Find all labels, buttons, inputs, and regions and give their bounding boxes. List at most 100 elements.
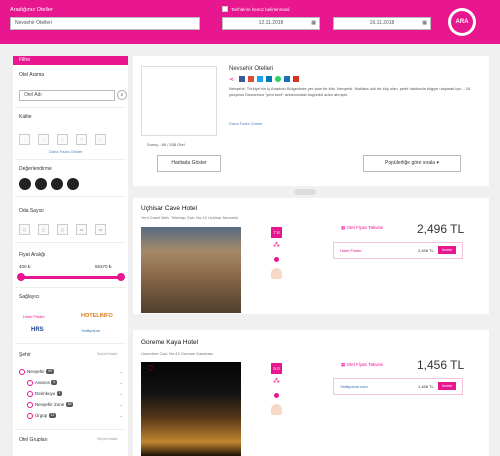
price-slider-max-handle[interactable] xyxy=(117,273,125,281)
amenity-dot xyxy=(274,393,279,398)
hotel-photo[interactable] xyxy=(141,362,241,456)
star-1-filter[interactable]: · xyxy=(19,134,30,145)
destination-image xyxy=(141,66,217,136)
provider-offer[interactable]: Yatiliyolum.com 1,456 TL İncele xyxy=(333,378,463,395)
no-dates-checkbox[interactable] xyxy=(222,6,228,12)
search-button[interactable]: ARA xyxy=(448,8,476,36)
star-3-filter[interactable]: ⁖ xyxy=(57,134,68,145)
rating-filter-4[interactable] xyxy=(67,178,79,190)
city-clear-link[interactable]: Seçimi Kaldır xyxy=(97,352,118,356)
city-item-nevsehir[interactable]: Nevşehir 99 ⌄ xyxy=(19,367,123,376)
room-filter-4[interactable]: ▭ xyxy=(76,224,87,235)
room-filter-5[interactable]: ▭ xyxy=(95,224,106,235)
provider-name: Yatiliyolum.com xyxy=(340,384,368,389)
chevron-down-icon[interactable]: ⌄ xyxy=(119,400,123,409)
hotel-search-label: Otel Arama xyxy=(19,72,45,78)
hotel-address: Yeni Camii Mah. Tekirtaşı Sok. No:10 Uçh… xyxy=(141,215,239,220)
scroll-handle[interactable] xyxy=(294,189,316,195)
bookmark-icon[interactable] xyxy=(293,76,299,82)
amenity-icon: ⁂ xyxy=(273,378,280,385)
search-icon[interactable]: ⌕ xyxy=(117,90,127,100)
chevron-down-icon[interactable]: ⌄ xyxy=(119,378,123,387)
hotel-name[interactable]: Uçhisar Cave Hotel xyxy=(141,205,197,212)
price-calendar-link[interactable]: ▦ Otel Fiyatı Takvimi xyxy=(341,362,383,368)
provider-offer[interactable]: Hotel Finder 2,496 TL İncele xyxy=(333,242,463,259)
star-2-filter[interactable]: ·· xyxy=(38,134,49,145)
city-radio[interactable] xyxy=(27,401,33,408)
whatsapp-icon[interactable] xyxy=(275,76,281,82)
city-item-derinkuyu[interactable]: Derinkuyu 1 ⌄ xyxy=(19,389,123,398)
hotel-rating-badge: 7.8 xyxy=(271,227,282,238)
destination-input[interactable]: Nevsehir Otelleri xyxy=(10,17,200,30)
hotel-name-input[interactable]: Otel Adı xyxy=(19,90,115,101)
city-item-avanos[interactable]: Avanos 4 ⌄ xyxy=(19,378,123,387)
price-slider-min-handle[interactable] xyxy=(17,273,25,281)
googleplus-icon[interactable] xyxy=(248,76,254,82)
hotel-name[interactable]: Goreme Kaya Hotel xyxy=(141,339,198,346)
price-calendar-link[interactable]: ▦ Otel Fiyatı Takvimi xyxy=(341,225,383,231)
staff-icon xyxy=(271,268,282,279)
star-5-filter[interactable]: ⁙ xyxy=(95,134,106,145)
checkin-date-input[interactable]: 12.11.2018 ▦ xyxy=(222,17,320,30)
provider-name: Hotel Finder xyxy=(340,248,362,253)
divider xyxy=(15,242,126,243)
city-radio[interactable] xyxy=(27,390,33,397)
destination-info-card: Nevsehir Otelleri ⋖ Nevşehir, Türkiye'ni… xyxy=(133,56,489,186)
rating-filter-1[interactable] xyxy=(19,178,31,190)
facebook-icon[interactable] xyxy=(239,76,245,82)
ratings-label: Değerlendirme xyxy=(19,166,52,172)
quality-more-link[interactable]: Daha Fazla Göster xyxy=(49,149,83,154)
linkedin-icon[interactable] xyxy=(266,76,272,82)
share-icon[interactable]: ⋖ xyxy=(229,76,234,83)
hotel-groups-clear-link[interactable]: Seçimi Kaldır xyxy=(97,437,118,441)
room-filter-2[interactable]: ▯ xyxy=(38,224,49,235)
favorite-heart-icon[interactable]: ♡ xyxy=(147,364,154,373)
hotel-card[interactable]: Uçhisar Cave Hotel Yeni Camii Mah. Tekir… xyxy=(133,198,489,314)
amenity-icon: ⁂ xyxy=(273,242,280,249)
chevron-down-icon[interactable]: ⌄ xyxy=(119,389,123,398)
city-radio[interactable] xyxy=(19,368,25,375)
view-offer-button[interactable]: İncele xyxy=(438,382,456,390)
rooms-label: Oda Sayısı xyxy=(19,208,44,214)
view-offer-button[interactable]: İncele xyxy=(438,246,456,254)
city-radio[interactable] xyxy=(27,379,33,386)
twitter-icon[interactable] xyxy=(257,76,263,82)
description-more-link[interactable]: Daha Fazla Göster xyxy=(229,121,263,126)
search-bar: Aradığınız Oteller Nevsehir Otelleri Tar… xyxy=(0,0,500,44)
chevron-down-icon: ▾ xyxy=(436,160,439,166)
city-radio[interactable] xyxy=(27,412,33,419)
sort-select[interactable]: Popülerliğe göre sırala ▾ xyxy=(363,155,461,172)
divider xyxy=(15,196,126,197)
destination-label: Aradığınız Oteller xyxy=(10,7,53,13)
calendar-icon: ▦ xyxy=(422,20,427,26)
divider xyxy=(15,107,126,108)
provider-yatiliyolum[interactable]: Yatiliyolum xyxy=(81,328,100,333)
room-filter-3[interactable]: ▯ xyxy=(57,224,68,235)
provider-hrs[interactable]: HRS xyxy=(31,327,44,333)
filter-panel: Filtre Otel Arama Otel Adı ⌕ Kalite · ··… xyxy=(13,56,128,456)
chevron-down-icon[interactable]: ⌄ xyxy=(119,411,123,420)
show-on-map-button[interactable]: Haritada Göster xyxy=(157,155,221,172)
price-max-value: 56370 ₺ xyxy=(95,264,112,269)
share-bar: ⋖ xyxy=(229,76,329,83)
city-item-nevsehir-zone[interactable]: Nevşehir Zone 38 ⌄ xyxy=(19,400,123,409)
provider-price: 2,496 TL xyxy=(418,248,434,253)
provider-hotelinfo[interactable]: HOTELINFO xyxy=(81,313,113,319)
quality-label: Kalite xyxy=(19,114,32,120)
hotel-card[interactable]: Goreme Kaya Hotel Uzundere Cad. No:43 Go… xyxy=(133,330,489,456)
star-4-filter[interactable]: ⁘ xyxy=(76,134,87,145)
email-icon[interactable] xyxy=(284,76,290,82)
result-counter: Sonuç : 66 / 538 Otel xyxy=(147,142,185,147)
room-filter-1[interactable]: ▯ xyxy=(19,224,30,235)
hotel-groups-label: Otel Grupları xyxy=(19,437,48,443)
checkout-date-input[interactable]: 16.11.2018 ▦ xyxy=(333,17,431,30)
rating-filter-2[interactable] xyxy=(35,178,47,190)
city-item-urgup[interactable]: Ürgüp 12 ⌄ xyxy=(19,411,123,420)
hotel-price: 2,496 TL xyxy=(417,222,465,236)
hotel-photo[interactable] xyxy=(141,227,241,313)
city-label: Şehir xyxy=(19,352,31,358)
chevron-down-icon[interactable]: ⌄ xyxy=(119,367,123,376)
provider-hotelfinder[interactable]: Hotel Finder xyxy=(23,314,45,319)
price-slider-track[interactable] xyxy=(19,276,123,279)
rating-filter-3[interactable] xyxy=(51,178,63,190)
